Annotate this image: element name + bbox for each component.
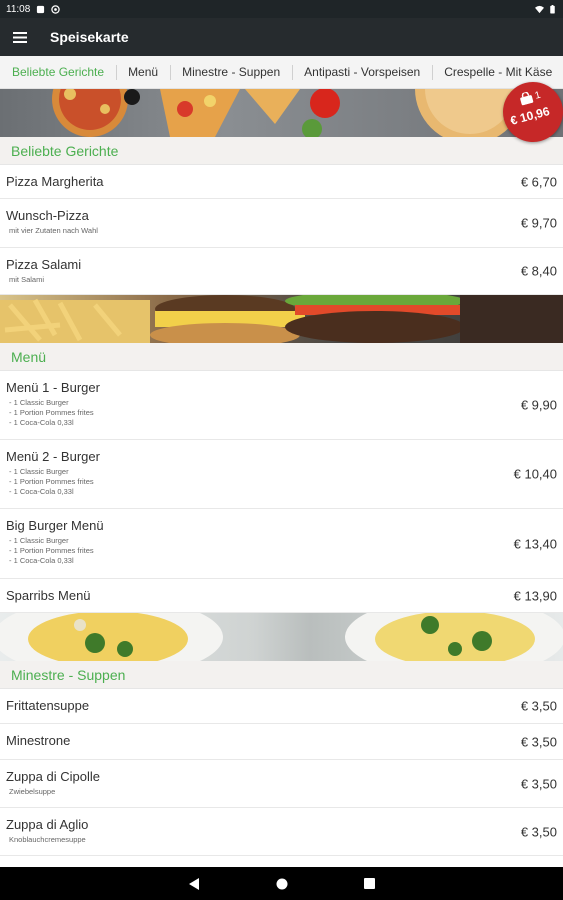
item-description: Zwiebelsuppe (9, 787, 56, 796)
wifi-icon (535, 5, 544, 13)
pizza-banner (0, 89, 563, 137)
item-name: Pizza Salami (6, 257, 82, 272)
status-bar: 11:08 (0, 0, 563, 18)
item-description: mit Salami (9, 275, 45, 284)
item-name: Minestrone (6, 733, 71, 748)
item-description: mit vier Zutaten nach Wahl (9, 226, 98, 235)
item-description: - 1 Classic Burger - 1 Portion Pommes fr… (9, 467, 94, 496)
menu-item[interactable]: Frittatensuppe € 3,50 (0, 689, 563, 724)
item-name: Pizza Margherita (6, 174, 104, 189)
tab-antipasti-vorspeisen[interactable]: Antipasti - Vorspeisen (292, 56, 432, 88)
menu-item[interactable]: Zuppa di Cipolle Zwiebelsuppe € 3,50 (0, 760, 563, 808)
item-name: Sparribs Menü (6, 588, 91, 603)
recents-icon (364, 878, 375, 889)
item-price: € 13,40 (513, 536, 557, 551)
item-price: € 10,40 (513, 466, 557, 482)
section-header-menu: Menü (0, 343, 563, 371)
app-notification-icon (51, 4, 61, 14)
app-bar: Speisekarte (0, 18, 563, 56)
item-price: € 3,50 (520, 698, 557, 714)
item-price: € 3,50 (520, 776, 557, 791)
item-name: Big Burger Menü (6, 518, 104, 533)
item-description: - 1 Classic Burger - 1 Portion Pommes fr… (9, 398, 94, 427)
item-name: Wunsch-Pizza (6, 208, 89, 223)
item-price: € 9,70 (520, 215, 557, 231)
cart-count: 1 (533, 89, 542, 102)
recents-button[interactable] (363, 877, 377, 891)
notification-icon (37, 5, 45, 13)
back-icon (188, 877, 199, 890)
item-price: € 13,90 (513, 588, 557, 603)
item-name: Frittatensuppe (6, 698, 90, 713)
item-price: € 3,50 (520, 734, 557, 749)
burger-banner (0, 295, 563, 343)
item-price: € 3,50 (520, 824, 557, 839)
pizza-banner-image (52, 89, 525, 137)
item-description: Knoblauchcremesuppe (9, 835, 86, 844)
item-name: Zuppa di Cipolle (6, 769, 100, 784)
item-price: € 8,40 (520, 263, 557, 279)
back-button[interactable] (187, 877, 201, 891)
menu-item[interactable]: Wunsch-Pizza mit vier Zutaten nach Wahl … (0, 199, 563, 248)
home-button[interactable] (275, 877, 289, 891)
menu-item[interactable]: Zuppa di Aglio Knoblauchcremesuppe € 3,5… (0, 808, 563, 856)
home-icon (276, 878, 287, 889)
system-navigation-bar (0, 867, 563, 900)
tab-menu[interactable]: Menü (116, 56, 170, 88)
soup-banner-image (0, 613, 563, 661)
category-tabs: Beliebte Gerichte Menü Minestre - Suppen… (0, 56, 563, 89)
menu-item[interactable]: Menü 1 - Burger - 1 Classic Burger - 1 P… (0, 371, 563, 440)
status-time: 11:08 (6, 3, 31, 15)
tab-minestre-suppen[interactable]: Minestre - Suppen (170, 56, 292, 88)
menu-item[interactable]: Minestrone € 3,50 (0, 724, 563, 760)
section-header-minestre-suppen: Minestre - Suppen (0, 661, 563, 689)
shopping-bag-icon (520, 91, 534, 106)
menu-item[interactable]: Pizza Margherita € 6,70 (0, 165, 563, 199)
page-title: Speisekarte (50, 29, 129, 45)
item-name: Menü 1 - Burger (6, 380, 100, 395)
cart-total: € 10,96 (508, 103, 552, 128)
menu-item[interactable]: Big Burger Menü - 1 Classic Burger - 1 P… (0, 509, 563, 579)
burger-banner-image (0, 295, 563, 343)
menu-button[interactable] (0, 18, 40, 56)
menu-item[interactable]: Sparribs Menü € 13,90 (0, 579, 563, 613)
battery-icon (550, 4, 555, 14)
section-header-beliebte-gerichte: Beliebte Gerichte (0, 137, 563, 165)
item-price: € 9,90 (520, 397, 557, 413)
item-price: € 6,70 (520, 174, 557, 189)
menu-item[interactable]: Pizza Salami mit Salami € 8,40 (0, 248, 563, 295)
menu-item[interactable]: Menü 2 - Burger - 1 Classic Burger - 1 P… (0, 440, 563, 509)
soup-banner (0, 613, 563, 661)
item-name: Menü 2 - Burger (6, 449, 100, 464)
tab-beliebte-gerichte[interactable]: Beliebte Gerichte (0, 56, 116, 88)
item-name: Zuppa di Aglio (6, 817, 89, 832)
menu-list[interactable]: Beliebte Gerichte Pizza Margherita € 6,7… (0, 89, 563, 867)
item-description: - 1 Classic Burger - 1 Portion Pommes fr… (9, 536, 94, 565)
hamburger-icon (13, 31, 27, 43)
